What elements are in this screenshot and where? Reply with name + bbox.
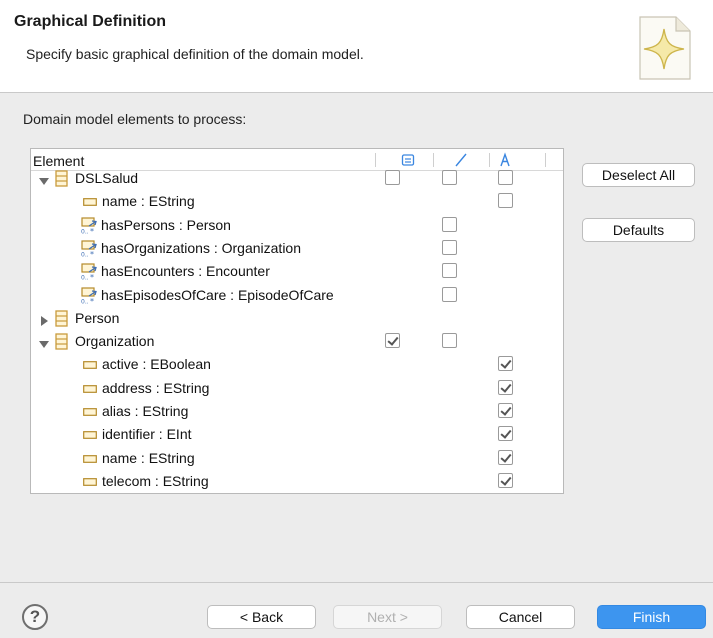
tree-row[interactable]: identifier : EInt	[31, 423, 563, 446]
svg-text:*: *	[90, 273, 94, 280]
wizard-header: Graphical Definition Specify basic graph…	[0, 0, 713, 93]
collapse-triangle-icon[interactable]	[39, 336, 49, 349]
tree-row[interactable]: 0.. * hasEncounters : Encounter	[31, 260, 563, 283]
svg-text:*: *	[90, 297, 94, 304]
tree-row[interactable]: 0.. * hasOrganizations : Organization	[31, 237, 563, 260]
eclass-icon	[55, 333, 68, 350]
page-title: Graphical Definition	[14, 13, 167, 30]
node-checkbox[interactable]	[385, 170, 400, 185]
next-button[interactable]: Next >	[333, 605, 442, 629]
finish-button[interactable]: Finish	[597, 605, 706, 629]
tree-row[interactable]: 0.. * hasEpisodesOfCare : EpisodeOfCare	[31, 284, 563, 307]
eattribute-icon	[83, 431, 97, 440]
defaults-button[interactable]: Defaults	[582, 218, 695, 242]
eattribute-icon	[83, 198, 97, 207]
eattribute-icon	[83, 408, 97, 416]
label-checkbox[interactable]	[498, 472, 513, 488]
link-checkbox[interactable]	[442, 239, 457, 255]
back-button[interactable]: < Back	[207, 605, 316, 629]
tree-row[interactable]: name : EString	[31, 190, 563, 213]
ereference-icon: 0.. *	[81, 286, 97, 304]
svg-text:0..: 0..	[81, 228, 89, 234]
tree-row[interactable]: address : EString	[31, 377, 563, 400]
tree-row[interactable]: telecom : EString	[31, 470, 563, 493]
node-column-icon[interactable]	[401, 152, 415, 168]
link-column-icon[interactable]	[454, 152, 468, 168]
link-checkbox[interactable]	[442, 286, 457, 302]
eattribute-icon	[83, 361, 97, 370]
label-checkbox[interactable]	[498, 403, 513, 418]
eattribute-icon	[83, 477, 97, 486]
help-button[interactable]: ?	[22, 604, 48, 630]
link-checkbox[interactable]	[442, 216, 457, 232]
tree-row-label: Organization	[75, 333, 155, 350]
deselect-all-button[interactable]: Deselect All	[582, 163, 695, 187]
tree-row-label: hasEncounters : Encounter	[101, 263, 270, 280]
page-description: Specify basic graphical definition of th…	[26, 46, 364, 62]
label-checkbox[interactable]	[498, 193, 513, 209]
eattribute-icon	[83, 384, 97, 393]
link-checkbox[interactable]	[442, 333, 457, 349]
tree-row-label: Person	[75, 309, 120, 326]
ereference-icon: 0.. *	[81, 263, 97, 281]
label-checkbox[interactable]	[498, 449, 513, 465]
tree-row-label: alias : EString	[102, 403, 189, 419]
link-checkbox[interactable]	[442, 170, 457, 185]
tree-row-label: telecom : EString	[102, 472, 209, 489]
cancel-button[interactable]: Cancel	[466, 605, 575, 629]
eclass-icon	[55, 170, 68, 187]
tree-row[interactable]: active : EBoolean	[31, 353, 563, 376]
elements-section-label: Domain model elements to process:	[23, 111, 247, 127]
tree-row-label: hasEpisodesOfCare : EpisodeOfCare	[101, 286, 334, 303]
tree-row[interactable]: name : EString	[31, 447, 563, 470]
tree-row[interactable]: Organization	[31, 330, 563, 353]
tree-row[interactable]: alias : EString	[31, 400, 563, 423]
svg-text:*: *	[90, 227, 94, 234]
tree-row-label: hasPersons : Person	[101, 216, 231, 233]
collapse-triangle-icon[interactable]	[39, 173, 49, 185]
svg-text:0..: 0..	[81, 275, 89, 281]
svg-text:0..: 0..	[81, 251, 89, 257]
node-checkbox[interactable]	[385, 333, 400, 349]
tree-row[interactable]: 0.. * hasPersons : Person	[31, 214, 563, 237]
ereference-icon: 0.. *	[81, 216, 97, 234]
eclass-icon	[55, 310, 68, 327]
tree-row-label: address : EString	[102, 379, 210, 396]
tree-row-label: hasOrganizations : Organization	[101, 239, 301, 256]
tree-row-label: name : EString	[102, 449, 195, 466]
tree-row-label: active : EBoolean	[102, 356, 211, 373]
tree-row[interactable]: Person	[31, 307, 563, 330]
link-checkbox[interactable]	[442, 263, 457, 279]
expand-triangle-icon[interactable]	[39, 313, 49, 326]
tree-row[interactable]: DSLSalud	[31, 167, 563, 190]
label-checkbox[interactable]	[498, 356, 513, 372]
svg-text:*: *	[90, 250, 94, 257]
domain-elements-tree[interactable]: Element DSLSalud name : EString 0.. * hasPer…	[30, 148, 564, 494]
label-checkbox[interactable]	[498, 426, 513, 442]
eattribute-icon	[83, 454, 97, 463]
tree-row-label: DSLSalud	[75, 170, 139, 186]
svg-text:0..: 0..	[81, 298, 89, 304]
tree-row-label: identifier : EInt	[102, 426, 192, 443]
label-checkbox[interactable]	[498, 379, 513, 395]
label-column-icon[interactable]	[498, 152, 512, 168]
label-checkbox[interactable]	[498, 170, 513, 185]
tree-row-label: name : EString	[102, 193, 195, 210]
ereference-icon: 0.. *	[81, 240, 97, 257]
wizard-sparkle-icon	[639, 16, 691, 80]
